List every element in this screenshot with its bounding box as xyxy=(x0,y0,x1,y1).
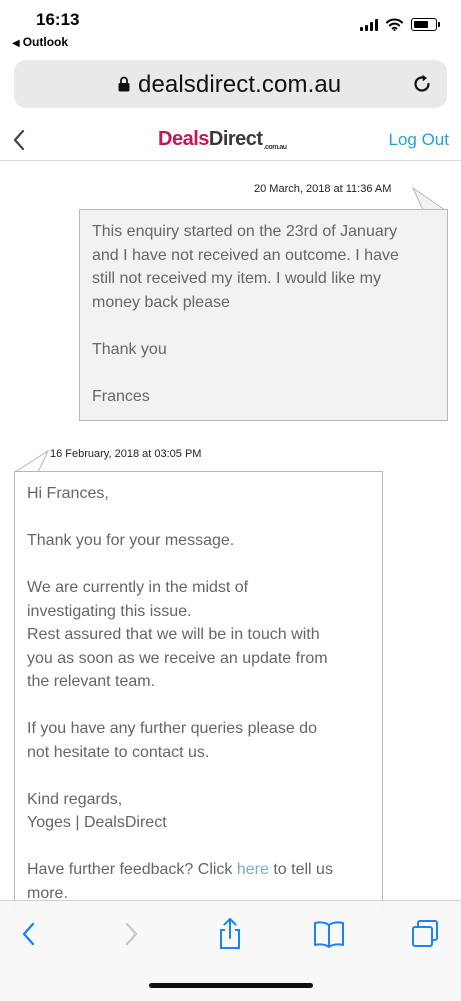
message-line: money back please xyxy=(92,293,230,311)
home-indicator xyxy=(149,983,313,988)
back-app-label: Outlook xyxy=(22,35,69,49)
logo-direct: Direct xyxy=(208,128,263,150)
status-bar: 16:13 ◀ Outlook xyxy=(0,0,461,56)
message-line: still not received my item. I would like… xyxy=(92,270,381,287)
chevron-left-icon[interactable] xyxy=(10,128,28,152)
feedback-text-after: to tell us xyxy=(268,861,333,878)
back-to-app-link[interactable]: ◀ Outlook xyxy=(12,35,68,49)
dealsdirect-logo[interactable]: DealsDirect.com.au xyxy=(158,128,287,151)
back-arrow-icon[interactable] xyxy=(14,917,44,951)
message-line: Yoges | DealsDirect xyxy=(27,814,167,831)
message-line: Kind regards, xyxy=(27,790,123,808)
message-line: If you have any further queries please d… xyxy=(27,720,317,737)
sent-bubble-tail xyxy=(405,186,446,211)
logo-deals: Deals xyxy=(158,128,209,150)
share-icon[interactable] xyxy=(215,917,245,951)
address-bar[interactable]: dealsdirect.com.au xyxy=(14,60,447,108)
received-message-bubble: Hi Frances, Thank you for your message. … xyxy=(14,471,383,911)
logo-domain: .com.au xyxy=(263,144,287,151)
sent-message-date: 20 March, 2018 at 11:36 AM xyxy=(254,183,392,195)
message-line: Frances xyxy=(92,387,150,405)
status-indicators xyxy=(360,18,440,31)
message-line: and I have not received an outcome. I ha… xyxy=(92,246,399,264)
site-header: DealsDirect.com.au Log Out xyxy=(0,120,461,161)
bookmarks-icon[interactable] xyxy=(312,917,346,951)
url-text: dealsdirect.com.au xyxy=(138,71,342,98)
message-line: the relevant team. xyxy=(27,673,156,690)
message-line: Hi Frances, xyxy=(27,485,109,502)
forward-arrow-icon[interactable] xyxy=(116,917,146,951)
lock-icon xyxy=(118,76,130,92)
feedback-link[interactable]: here xyxy=(237,861,269,878)
received-message-date: 16 February, 2018 at 03:05 PM xyxy=(50,448,202,460)
sent-message-bubble: This enquiry started on the 23rd of Janu… xyxy=(79,209,448,421)
message-line: Rest assured that we will be in touch wi… xyxy=(27,626,320,643)
signal-icon xyxy=(360,18,378,31)
tabs-icon[interactable] xyxy=(410,917,440,951)
message-line: This enquiry started on the 23rd of Janu… xyxy=(92,223,398,240)
message-line: Thank you for your message. xyxy=(27,532,235,549)
message-line: you as soon as we receive an update from xyxy=(27,649,328,667)
feedback-line: Have further feedback? Click here to tel… xyxy=(27,858,370,882)
battery-icon xyxy=(411,18,440,31)
wifi-icon xyxy=(386,18,403,31)
status-time: 16:13 xyxy=(36,10,80,29)
message-line: We are currently in the midst of xyxy=(27,579,249,596)
reload-icon[interactable] xyxy=(411,73,433,95)
feedback-text: Have further feedback? Click xyxy=(27,861,237,878)
back-triangle-icon: ◀ xyxy=(12,38,20,49)
received-bubble-tail xyxy=(14,449,50,473)
message-line: Thank you xyxy=(92,340,167,358)
message-line: investigating this issue. xyxy=(27,602,192,620)
logout-link[interactable]: Log Out xyxy=(389,130,450,150)
message-line: not hesitate to contact us. xyxy=(27,743,210,761)
